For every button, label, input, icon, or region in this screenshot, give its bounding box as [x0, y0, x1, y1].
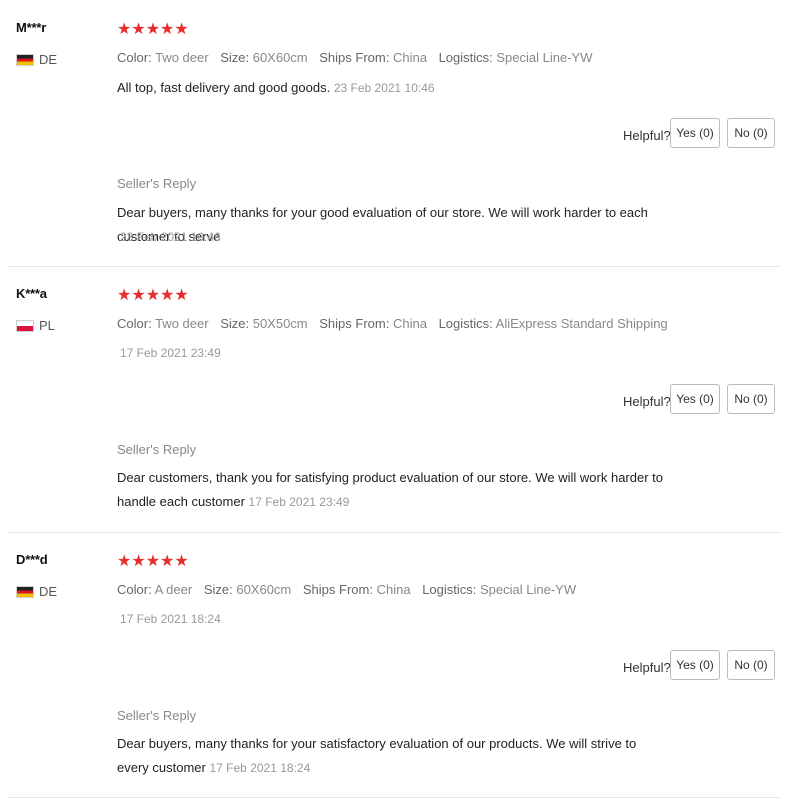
reviewer-country: PL [16, 318, 55, 333]
review-date: 17 Feb 2021 23:49 [120, 346, 221, 360]
seller-reply-text: Dear buyers, many thanks for your satisf… [117, 736, 637, 775]
color-value: Two deer [155, 50, 209, 65]
size-label: Size: [203, 582, 233, 597]
review-date: 23 Feb 2021 10:46 [333, 81, 435, 95]
review-content: All top, fast delivery and good goods. 2… [117, 76, 677, 100]
size-value: 60X60cm [236, 582, 292, 597]
logistics-label: Logistics: [438, 316, 493, 331]
ships-from-value: China [392, 316, 427, 331]
country-code: DE [39, 584, 58, 599]
star-rating: ★★★★★ [117, 287, 189, 304]
poland-flag-icon [16, 319, 34, 332]
reviewer-country: DE [16, 52, 57, 67]
country-code: DE [39, 52, 58, 67]
review-divider [8, 797, 780, 798]
logistics-value: Special Line-YW [480, 582, 577, 597]
ships-from-label: Ships From: [319, 316, 390, 331]
color-label: Color: [117, 316, 152, 331]
star-rating: ★★★★★ [117, 21, 189, 38]
size-value: 50X50cm [252, 316, 308, 331]
helpful-no-button[interactable]: No (0) [727, 650, 775, 680]
logistics-value: Special Line-YW [496, 50, 593, 65]
review-date: 17 Feb 2021 18:24 [120, 612, 221, 626]
size-label: Size: [220, 316, 250, 331]
size-value: 60X60cm [252, 50, 308, 65]
seller-reply-text: Dear customers, thank you for satisfying… [117, 470, 664, 509]
color-value: A deer [154, 582, 193, 597]
germany-flag-icon [16, 585, 34, 598]
helpful-yes-button[interactable]: Yes (0) [670, 650, 720, 680]
star-rating: ★★★★★ [117, 553, 189, 570]
review-divider [8, 266, 780, 267]
helpful-yes-button[interactable]: Yes (0) [670, 384, 720, 414]
logistics-label: Logistics: [422, 582, 477, 597]
germany-flag-icon [16, 53, 34, 66]
reviewer-name: K***a [16, 286, 47, 301]
country-code: PL [39, 318, 55, 333]
review-text: All top, fast delivery and good goods. [117, 80, 331, 95]
helpful-no-button[interactable]: No (0) [727, 384, 775, 414]
sku-attributes: Color: A deer Size: 60X60cm Ships From: … [117, 582, 576, 597]
seller-reply-title: Seller's Reply [117, 442, 197, 457]
sku-attributes: Color: Two deer Size: 50X50cm Ships From… [117, 316, 668, 331]
helpful-label: Helpful? [623, 660, 671, 675]
reviewer-country: DE [16, 584, 57, 599]
helpful-no-button[interactable]: No (0) [727, 118, 775, 148]
seller-reply-title: Seller's Reply [117, 176, 197, 191]
seller-reply-title: Seller's Reply [117, 708, 197, 723]
ships-from-label: Ships From: [302, 582, 373, 597]
helpful-yes-button[interactable]: Yes (0) [670, 118, 720, 148]
sku-attributes: Color: Two deer Size: 60X60cm Ships From… [117, 50, 593, 65]
size-label: Size: [220, 50, 250, 65]
reviewer-name: M***r [16, 20, 47, 35]
seller-reply-date: 17 Feb 2021 23:49 [248, 495, 350, 509]
helpful-label: Helpful? [623, 394, 671, 409]
seller-reply-content: Dear customers, thank you for satisfying… [117, 466, 677, 514]
ships-from-label: Ships From: [319, 50, 390, 65]
helpful-label: Helpful? [623, 128, 671, 143]
logistics-label: Logistics: [438, 50, 493, 65]
seller-reply-date: 23 Feb 2021 10:46 [120, 230, 221, 244]
review-divider [8, 532, 780, 533]
ships-from-value: China [376, 582, 411, 597]
seller-reply-date: 17 Feb 2021 18:24 [209, 761, 311, 775]
color-value: Two deer [155, 316, 209, 331]
color-label: Color: [117, 50, 152, 65]
ships-from-value: China [392, 50, 427, 65]
reviewer-name: D***d [16, 552, 48, 567]
color-label: Color: [117, 582, 152, 597]
logistics-value: AliExpress Standard Shipping [495, 316, 668, 331]
seller-reply-content: Dear buyers, many thanks for your satisf… [117, 732, 662, 780]
